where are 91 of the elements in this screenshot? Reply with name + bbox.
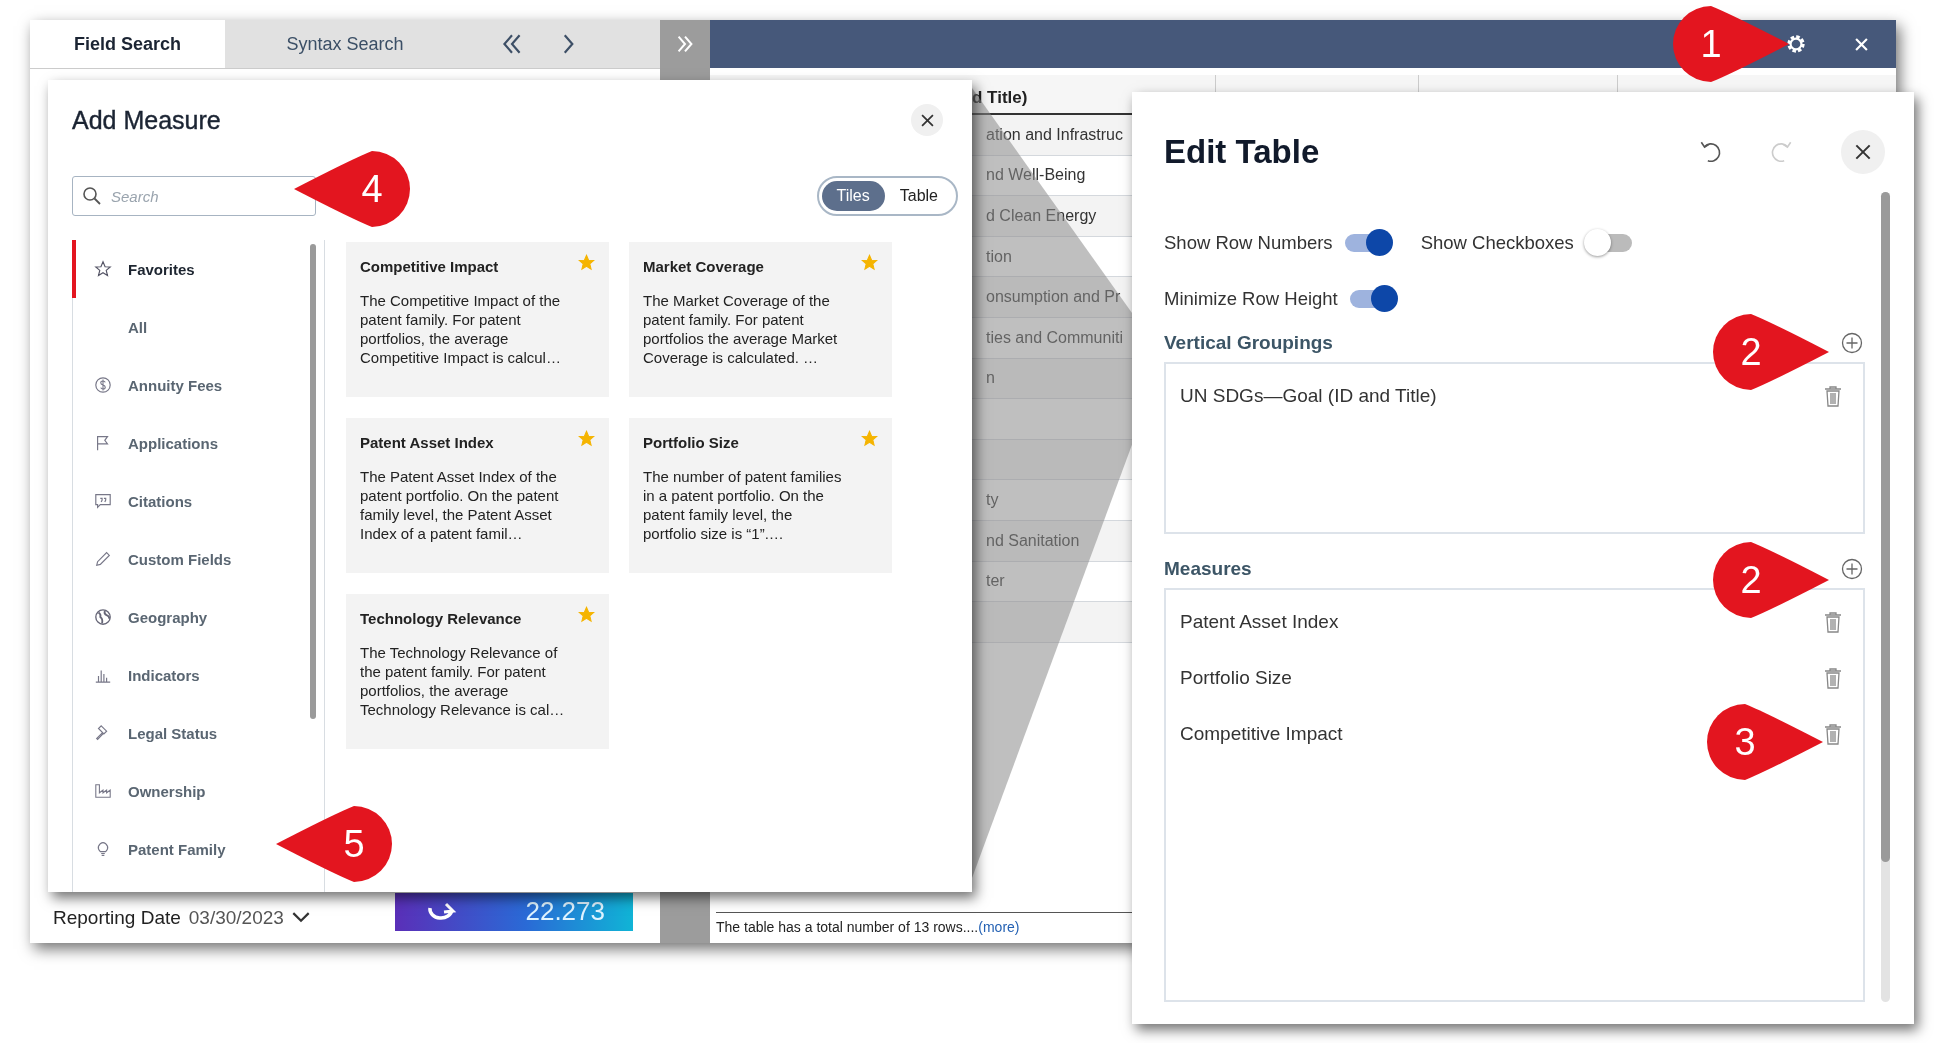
tile-description: The Patent Asset Index of the patent portfolio. On the patent family level, the Patent Asset Index of a patent famil… [360,467,560,543]
table-cell: ter [986,572,1005,591]
option-label: Show Row Numbers [1164,232,1333,254]
list-item[interactable]: Competitive Impact [1180,723,1343,745]
trash-icon[interactable] [1823,385,1843,407]
measure-tile[interactable]: Competitive Impact The Competitive Impact of the patent family. For patent portfolios, the average Competitive Impact is calcul… [346,242,609,397]
dollar-icon [94,376,112,394]
option-label: Show Checkboxes [1420,232,1574,254]
table-cell: ties and Communiti [986,328,1123,347]
category-item[interactable]: All [72,298,154,356]
close-icon[interactable] [1855,144,1871,160]
option-label: Minimize Row Height [1164,288,1338,310]
row-count-text: The table has a total number of 13 rows....(more) [716,919,1020,935]
trash-icon[interactable] [1823,667,1843,689]
close-button[interactable] [1841,130,1885,174]
dialog-title: Add Measure [72,105,221,135]
list-item[interactable]: Portfolio Size [1180,667,1292,689]
flag-icon [94,434,112,452]
toggle-switch[interactable] [1583,229,1634,257]
star-icon[interactable] [578,254,595,271]
view-option[interactable]: Table [884,181,953,211]
section-heading: Vertical Groupings [1164,332,1333,354]
refresh-icon[interactable] [425,901,457,922]
step-marker: 3 [1705,702,1825,782]
more-link[interactable]: (more) [978,919,1020,935]
table-cell: ation and Infrastruc [986,125,1123,144]
add-icon[interactable] [1841,558,1863,580]
category-item[interactable]: Legal Status [72,704,224,762]
tile-title: Patent Asset Index [360,434,494,451]
category-item[interactable]: Indicators [72,646,206,704]
tile-description: The number of patent families in a patent portfolio. On the patent family level, the portfolio size is “1”.… [643,467,843,543]
table-cell: ty [986,491,999,510]
tile-description: The Market Coverage of the patent family. For patent portfolios the average Market Coverage is calculated. … [643,291,839,367]
star-icon [94,260,112,278]
category-item[interactable]: Ownership [72,762,212,820]
column-header[interactable]: d Title) [972,88,1028,108]
pencil-icon [94,550,112,568]
category-item[interactable]: Geography [72,588,214,646]
tile-title: Technology Relevance [360,610,522,627]
measure-tile[interactable]: Portfolio Size The number of patent families in a patent portfolio. On the patent family level, the portfolio size is “1”.… [629,418,892,573]
step-marker: 2 [1711,312,1831,392]
star-icon[interactable] [578,430,595,447]
category-item[interactable]: Favorites [72,240,201,298]
search-field[interactable]: Search [72,176,316,216]
table-cell: d Clean Energy [986,207,1097,225]
section-heading: Measures [1164,558,1252,580]
tile-title: Portfolio Size [643,434,739,451]
tile-title: Competitive Impact [360,258,499,275]
chevron-down-icon[interactable] [291,912,310,923]
close-icon[interactable] [920,113,934,127]
table-cell: n [986,369,995,388]
measure-tile[interactable]: Patent Asset Index The Patent Asset Index of the patent portfolio. On the patent family level, the Patent Asset Index of a patent famil… [346,418,609,573]
table-cell: nd Well-Being [986,166,1086,185]
scrollbar-thumb[interactable] [310,244,316,719]
step-marker: 4 [292,149,412,229]
trash-icon[interactable] [1823,723,1843,745]
measure-tile[interactable]: Market Coverage The Market Coverage of the patent family. For patent portfolios the average Market Coverage is calculated. … [629,242,892,397]
quote-icon [94,492,112,510]
tile-description: The Technology Relevance of the patent family. For patent portfolios, the average Technology Relevance is cal… [360,643,565,719]
tile-title: Market Coverage [643,258,764,275]
category-item[interactable]: Custom Fields [72,530,238,588]
scrollbar-thumb[interactable] [1881,192,1890,862]
globe-icon [94,608,112,626]
step-marker: 2 [1711,540,1831,620]
step-marker: 1 [1671,4,1791,84]
category-item[interactable]: Patent Family [72,820,232,878]
star-icon[interactable] [578,606,595,623]
reporting-date-dropdown[interactable]: Reporting Date 03/30/2023 [53,906,373,929]
factory-icon [94,782,112,800]
table-cell: onsumption and Pr [986,288,1121,307]
measure-tile[interactable]: Technology Relevance The Technology Relevance of the patent family. For patent portfolios, the average Technology Relevance is cal… [346,594,609,749]
close-button[interactable] [911,104,943,136]
tab[interactable]: Syntax Search [225,20,465,68]
tab[interactable]: Field Search [30,20,225,68]
tile-description: The Competitive Impact of the patent family. For patent portfolios, the average Competitive Impact is calcul… [360,291,562,367]
search-icon [82,186,102,206]
category-item[interactable]: Citations [72,472,199,530]
table-cell: tion [986,247,1012,266]
list-item[interactable]: UN SDGs—Goal (ID and Title) [1180,385,1437,407]
count-banner: 22.273 [395,892,633,931]
step-marker: 5 [274,804,394,884]
table-cell: nd Sanitation [986,531,1080,550]
list-item[interactable]: Patent Asset Index [1180,611,1339,633]
view-option[interactable]: Tiles [821,181,885,211]
star-icon[interactable] [861,430,878,447]
dialog-title: Edit Table [1164,133,1320,171]
category-item[interactable]: Applications [72,414,224,472]
add-icon[interactable] [1841,332,1863,354]
star-icon[interactable] [861,254,878,271]
trash-icon[interactable] [1823,611,1843,633]
category-item[interactable]: Annuity Fees [72,356,229,414]
